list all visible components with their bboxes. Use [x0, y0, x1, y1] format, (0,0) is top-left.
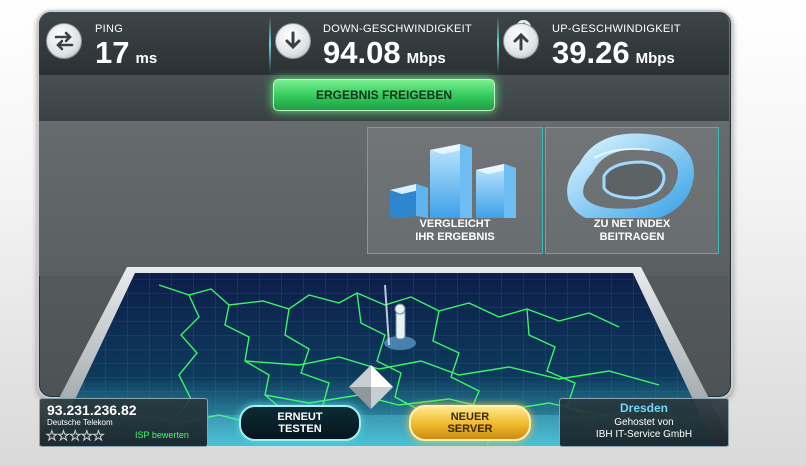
- retest-line1: ERNEUT: [277, 411, 323, 423]
- rating-stars[interactable]: ★★★★★: [46, 428, 105, 444]
- net-index-icon: [567, 133, 695, 218]
- download-label: DOWN-GESCHWINDIGKEIT: [323, 23, 472, 35]
- client-info-box: 93.231.236.82 Deutsche Telekom ★★★★★ ISP…: [39, 398, 208, 447]
- ping-unit: ms: [135, 50, 158, 67]
- metrics-bar: PING 17 ms DOWN-GESCHWINDIGKEIT 94.08 Mbps…: [39, 12, 729, 76]
- download-value-group: 94.08 Mbps: [323, 36, 446, 76]
- upload-value-group: 39.26 Mbps: [552, 36, 675, 76]
- net-index-label: ZU NET INDEX BEITRAGEN: [546, 218, 718, 244]
- rate-isp-link[interactable]: ISP bewerten: [135, 430, 189, 440]
- net-index-line1: ZU NET INDEX: [593, 218, 671, 230]
- new-server-button[interactable]: NEUER SERVER: [409, 405, 531, 441]
- ping-metric: PING 17 ms: [39, 12, 269, 75]
- retest-line2: TESTEN: [278, 423, 322, 435]
- upload-unit: Mbps: [635, 50, 675, 67]
- client-isp: Deutsche Telekom: [47, 418, 113, 427]
- client-ip: 93.231.236.82: [47, 402, 137, 418]
- star-icon[interactable]: ★: [80, 428, 93, 444]
- compare-line2: IHR ERGEBNIS: [415, 231, 495, 243]
- download-metric: DOWN-GESCHWINDIGKEIT 94.08 Mbps: [271, 12, 497, 75]
- swap-arrows-icon: [46, 23, 82, 59]
- new-server-line1: NEUER: [450, 411, 490, 423]
- retest-button[interactable]: ERNEUT TESTEN: [239, 405, 361, 441]
- star-icon[interactable]: ★: [69, 428, 82, 444]
- upload-value: 39.26: [552, 35, 630, 70]
- compare-line1: VERGLEICHT: [419, 218, 491, 230]
- net-index-tile[interactable]: ZU NET INDEX BEITRAGEN: [545, 127, 719, 254]
- star-icon[interactable]: ★: [57, 428, 70, 444]
- arrow-down-icon: [275, 23, 311, 59]
- star-icon[interactable]: ★: [46, 428, 59, 444]
- download-value: 94.08: [323, 35, 401, 70]
- compare-result-tile[interactable]: VERGLEICHT IHR ERGEBNIS: [367, 127, 543, 254]
- upload-metric: UP-GESCHWINDIGKEIT 39.26 Mbps: [499, 12, 729, 75]
- compare-result-label: VERGLEICHT IHR ERGEBNIS: [368, 218, 542, 244]
- download-unit: Mbps: [406, 50, 446, 67]
- new-server-line2: SERVER: [447, 423, 493, 435]
- star-icon[interactable]: ★: [92, 428, 105, 444]
- share-result-button[interactable]: ERGEBNIS FREIGEBEN: [273, 79, 495, 111]
- server-host: IBH IT-Service GmbH: [595, 429, 693, 440]
- ping-label: PING: [95, 23, 124, 35]
- server-info-box: Dresden Gehostet von IBH IT-Service GmbH: [559, 398, 729, 447]
- net-index-line2: BEITRAGEN: [599, 231, 665, 243]
- server-city: Dresden: [619, 401, 669, 415]
- bar-chart-icon: [390, 144, 516, 218]
- ping-value-group: 17 ms: [95, 36, 157, 76]
- upload-label: UP-GESCHWINDIGKEIT: [552, 23, 681, 35]
- ping-value: 17: [95, 35, 130, 70]
- server-hosted-label: Gehostet von: [614, 417, 674, 428]
- arrow-up-icon: [503, 23, 539, 59]
